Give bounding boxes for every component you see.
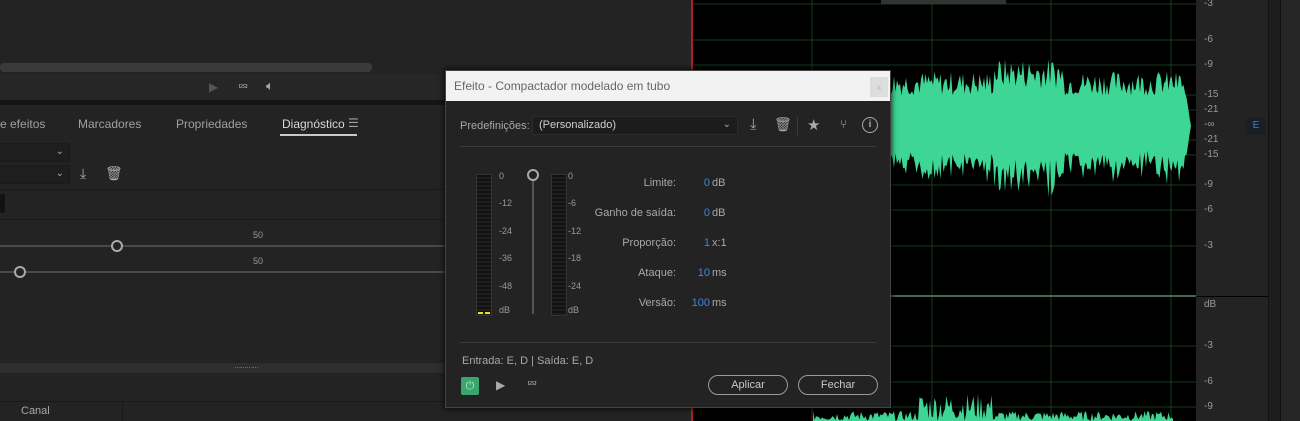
loop-export-icon[interactable]: ⮹ xyxy=(238,79,248,95)
tab-markers[interactable]: Marcadores xyxy=(78,117,141,131)
meter-label: 0 xyxy=(499,171,505,181)
routing-icon[interactable]: ⑂ xyxy=(840,117,847,131)
play-icon[interactable]: ▶ xyxy=(496,378,505,392)
threshold-slider-knob[interactable] xyxy=(527,169,539,181)
preset-select[interactable]: (Personalizado) ⌄ xyxy=(532,116,738,135)
meter-label: -12 xyxy=(568,226,582,236)
speaker-icon[interactable]: 🔈︎ xyxy=(266,78,274,94)
tab-effects[interactable]: e efeitos xyxy=(0,117,45,131)
chevron-down-icon: ⌄ xyxy=(722,119,731,130)
save-preset-icon[interactable]: ⤓ xyxy=(80,165,86,182)
ruler-label: -6 xyxy=(1204,376,1213,387)
tab-properties[interactable]: Propriedades xyxy=(176,117,247,131)
chevron-down-icon: ⌄ xyxy=(55,146,64,157)
dialog-title: Efeito - Compactador modelado em tubo xyxy=(446,71,890,101)
ruler-label: -9 xyxy=(1204,179,1213,190)
input-level-meter xyxy=(476,174,492,316)
toolbar-separator xyxy=(797,117,798,135)
ruler-label: -15 xyxy=(1204,89,1219,100)
channel-badge-left[interactable]: E xyxy=(1246,117,1266,135)
ruler-label: -3 xyxy=(1204,340,1213,351)
column-header-channel[interactable]: Canal xyxy=(21,405,50,417)
slider-knob[interactable] xyxy=(14,266,26,278)
meter-label: dB xyxy=(499,305,511,315)
zoom-scrollbar[interactable] xyxy=(881,0,1006,4)
meter-label: -24 xyxy=(568,281,582,291)
ruler-label: -6 xyxy=(1204,204,1213,215)
io-channels: Entrada: E, D | Saída: E, D xyxy=(462,355,594,367)
save-preset-icon[interactable]: ⤓ xyxy=(750,116,757,133)
chevron-down-icon: ⌄ xyxy=(55,168,64,179)
meter-label: -12 xyxy=(499,198,513,208)
ruler-label: -15 xyxy=(1204,149,1219,160)
amplitude-ruler: -3 -6 -9 -15 -21 -∞ -21 -15 -9 -6 -3 dB … xyxy=(1196,0,1268,421)
meter-label: -48 xyxy=(499,281,513,291)
meter-label: -36 xyxy=(499,253,513,263)
trash-icon[interactable]: 🗑︎ xyxy=(105,165,123,182)
meter-level xyxy=(478,312,490,314)
side-strip xyxy=(1268,0,1280,421)
preset-value: (Personalizado) xyxy=(539,119,617,131)
panel-menu-icon[interactable]: ☰ xyxy=(348,116,359,130)
ruler-unit: dB xyxy=(1204,299,1217,310)
divider xyxy=(460,342,876,343)
slider-scale-label: 50 xyxy=(253,230,264,240)
ruler-label: -21 xyxy=(1204,104,1219,115)
ruler-label: -6 xyxy=(1204,34,1213,45)
trash-icon[interactable]: 🗑︎ xyxy=(774,116,792,133)
close-button[interactable]: Fechar xyxy=(798,375,878,395)
loop-icon[interactable]: ⮹ xyxy=(527,376,537,392)
meter-label: -18 xyxy=(568,253,582,263)
divider xyxy=(460,146,876,147)
horizontal-scrollbar[interactable] xyxy=(0,63,372,72)
effect-dropdown[interactable]: ⌄ xyxy=(0,143,70,162)
channel-divider xyxy=(1196,296,1268,297)
presets-label: Predefinições: xyxy=(460,120,530,132)
effect-dialog: Efeito - Compactador modelado em tubo x … xyxy=(445,70,891,408)
slider-scale-label: 50 xyxy=(253,256,264,266)
star-icon[interactable]: ★ xyxy=(807,116,820,134)
apply-button[interactable]: Aplicar xyxy=(708,375,788,395)
power-icon[interactable]: ⏻ xyxy=(461,377,479,395)
column-divider xyxy=(122,402,123,421)
ruler-label: -∞ xyxy=(1204,119,1215,130)
info-icon[interactable]: i xyxy=(862,117,878,133)
ruler-label: -21 xyxy=(1204,134,1219,145)
threshold-slider-track[interactable] xyxy=(532,176,534,314)
tab-diagnostics[interactable]: Diagnóstico xyxy=(282,117,345,131)
play-icon[interactable]: ▶ xyxy=(209,80,218,94)
grip-icon: ⋯⋯⋯⋯ xyxy=(234,365,259,372)
action-button[interactable] xyxy=(0,194,5,213)
ruler-label: -9 xyxy=(1204,59,1213,70)
close-icon[interactable]: x xyxy=(870,77,888,97)
ruler-label: -3 xyxy=(1204,240,1213,251)
preset-dropdown[interactable]: ⌄ xyxy=(0,165,70,184)
ruler-label: -3 xyxy=(1204,0,1213,9)
slider-knob[interactable] xyxy=(111,240,123,252)
ruler-label: -9 xyxy=(1204,401,1213,412)
side-strip xyxy=(1280,0,1300,421)
meter-label: -24 xyxy=(499,226,513,236)
active-tab-indicator xyxy=(280,134,357,136)
